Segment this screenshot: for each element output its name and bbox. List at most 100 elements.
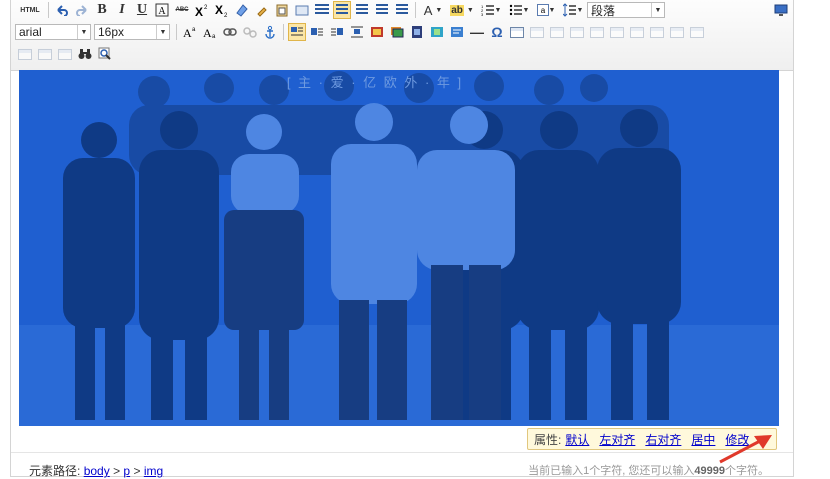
table-paragraph-icon bbox=[550, 26, 564, 38]
chevron-down-icon: ▼ bbox=[522, 6, 530, 14]
text-direction-button[interactable]: a ▼ bbox=[534, 1, 558, 19]
map-icon bbox=[431, 27, 443, 37]
table-col-delete-icon bbox=[630, 26, 644, 38]
font-size-decrease-button[interactable]: Aa bbox=[201, 23, 219, 41]
insert-col-button[interactable] bbox=[608, 23, 626, 41]
anchor-button[interactable] bbox=[261, 23, 279, 41]
image-layout-icon bbox=[311, 28, 323, 36]
link-button[interactable] bbox=[221, 23, 239, 41]
align-left-link[interactable]: 左对齐 bbox=[599, 431, 635, 448]
superscript-icon: X2 bbox=[195, 5, 208, 17]
path-body-link[interactable]: body bbox=[84, 464, 110, 478]
superscript-button[interactable]: X2 bbox=[193, 1, 211, 19]
align-right-link[interactable]: 右对齐 bbox=[645, 431, 681, 448]
unlink-button[interactable] bbox=[241, 23, 259, 41]
strikethrough-button[interactable]: ABC bbox=[173, 1, 191, 19]
fullscreen-button[interactable] bbox=[772, 1, 790, 19]
split-to-rows-button[interactable] bbox=[36, 45, 54, 63]
chevron-down-icon: ▼ bbox=[77, 25, 90, 39]
selected-image[interactable]: [ 主 · 爱 · 亿 欧 外 · 年 ] bbox=[19, 70, 779, 426]
font-border-icon: A bbox=[155, 3, 169, 17]
svg-text:3: 3 bbox=[481, 12, 484, 16]
image-none-button[interactable] bbox=[288, 23, 306, 41]
image-right-button[interactable] bbox=[328, 23, 346, 41]
svg-text:A: A bbox=[203, 26, 212, 39]
eraser-button[interactable] bbox=[233, 1, 251, 19]
merge-right-button[interactable] bbox=[668, 23, 686, 41]
split-to-cells-button[interactable] bbox=[16, 45, 34, 63]
justify-center-button[interactable] bbox=[353, 1, 371, 19]
anchor-icon bbox=[265, 25, 275, 39]
horizontal-rule-button[interactable]: — bbox=[468, 23, 486, 41]
image-center-button[interactable] bbox=[348, 23, 366, 41]
subscript-icon: X2 bbox=[215, 3, 228, 17]
font-size-increase-button[interactable]: Aa bbox=[181, 23, 199, 41]
path-p-link[interactable]: p bbox=[123, 464, 130, 478]
format-painter-button[interactable] bbox=[253, 1, 271, 19]
justify-left-button[interactable] bbox=[333, 1, 351, 19]
delete-table-button[interactable] bbox=[528, 23, 546, 41]
insert-frame-button[interactable] bbox=[448, 23, 466, 41]
merge-cells-button[interactable] bbox=[648, 23, 666, 41]
image-left-button[interactable] bbox=[308, 23, 326, 41]
text-size-icon: Aa bbox=[183, 26, 196, 39]
select-all-icon bbox=[295, 5, 309, 16]
search-replace-button[interactable] bbox=[76, 45, 94, 63]
insert-multi-image-button[interactable] bbox=[388, 23, 406, 41]
font-family-select[interactable]: arial ▼ bbox=[15, 24, 91, 40]
undo-button[interactable] bbox=[53, 1, 71, 19]
counter-remaining: 49999 bbox=[694, 465, 725, 477]
subscript-button[interactable]: X2 bbox=[213, 1, 231, 19]
unordered-list-button[interactable]: ▼ bbox=[506, 1, 532, 19]
text-icon: a bbox=[536, 4, 549, 16]
table-merge-right-icon bbox=[670, 26, 684, 38]
select-all-button[interactable] bbox=[293, 1, 311, 19]
justify-right-button[interactable] bbox=[373, 1, 391, 19]
paste-plain-button[interactable] bbox=[273, 1, 291, 19]
insert-map-button[interactable] bbox=[428, 23, 446, 41]
underline-button[interactable]: U bbox=[133, 1, 151, 19]
text-size-icon: Aa bbox=[203, 26, 216, 39]
table-split-rows-icon bbox=[38, 48, 52, 60]
magnifier-icon bbox=[98, 47, 111, 60]
delete-col-button[interactable] bbox=[628, 23, 646, 41]
highlight-color-button[interactable]: ab ▼ bbox=[448, 1, 476, 19]
table-col-icon bbox=[610, 26, 624, 38]
insert-paragraph-before-table-button[interactable] bbox=[548, 23, 566, 41]
split-to-cols-button[interactable] bbox=[56, 45, 74, 63]
redo-button[interactable] bbox=[73, 1, 91, 19]
unlink-icon bbox=[243, 27, 257, 38]
insert-table-button[interactable] bbox=[508, 23, 526, 41]
line-height-button[interactable]: ▼ bbox=[560, 1, 586, 19]
insert-video-button[interactable] bbox=[408, 23, 426, 41]
merge-down-button[interactable] bbox=[688, 23, 706, 41]
special-char-button[interactable]: Ω bbox=[488, 23, 506, 41]
gallery-icon bbox=[391, 27, 404, 38]
insert-row-button[interactable] bbox=[568, 23, 586, 41]
chevron-down-icon: ▼ bbox=[548, 6, 556, 14]
align-default-link[interactable]: 默认 bbox=[565, 431, 589, 448]
preview-button[interactable] bbox=[96, 45, 114, 63]
align-center-link[interactable]: 居中 bbox=[691, 431, 715, 448]
paragraph-format-select[interactable]: 段落 ▼ bbox=[587, 2, 665, 18]
image-layout-icon bbox=[351, 26, 363, 38]
ordered-list-button[interactable]: 1 2 3 ▼ bbox=[478, 1, 504, 19]
insert-image-button[interactable] bbox=[368, 23, 386, 41]
justify-full-button[interactable] bbox=[393, 1, 411, 19]
justify-center-icon bbox=[356, 4, 368, 16]
clipboard-icon bbox=[276, 4, 288, 17]
toolbar-row-1: HTML B I U A ABC X2 X2 A ▼ ab ▼ 1 2 3 ▼ ▼ bbox=[15, 0, 668, 20]
font-border-button[interactable]: A bbox=[153, 1, 171, 19]
bold-button[interactable]: B bbox=[93, 1, 111, 19]
block-quote-button[interactable] bbox=[313, 1, 331, 19]
toolbar-row-3 bbox=[15, 44, 115, 64]
font-size-select[interactable]: 16px ▼ bbox=[94, 24, 170, 40]
toolbar-separator bbox=[176, 24, 177, 40]
html-source-button[interactable]: HTML bbox=[16, 1, 44, 19]
delete-row-button[interactable] bbox=[588, 23, 606, 41]
path-img-link[interactable]: img bbox=[144, 464, 163, 478]
image-layout-icon bbox=[291, 27, 303, 36]
svg-text:2: 2 bbox=[224, 13, 228, 17]
italic-button[interactable]: I bbox=[113, 1, 131, 19]
font-color-button[interactable]: A ▼ bbox=[420, 1, 446, 19]
